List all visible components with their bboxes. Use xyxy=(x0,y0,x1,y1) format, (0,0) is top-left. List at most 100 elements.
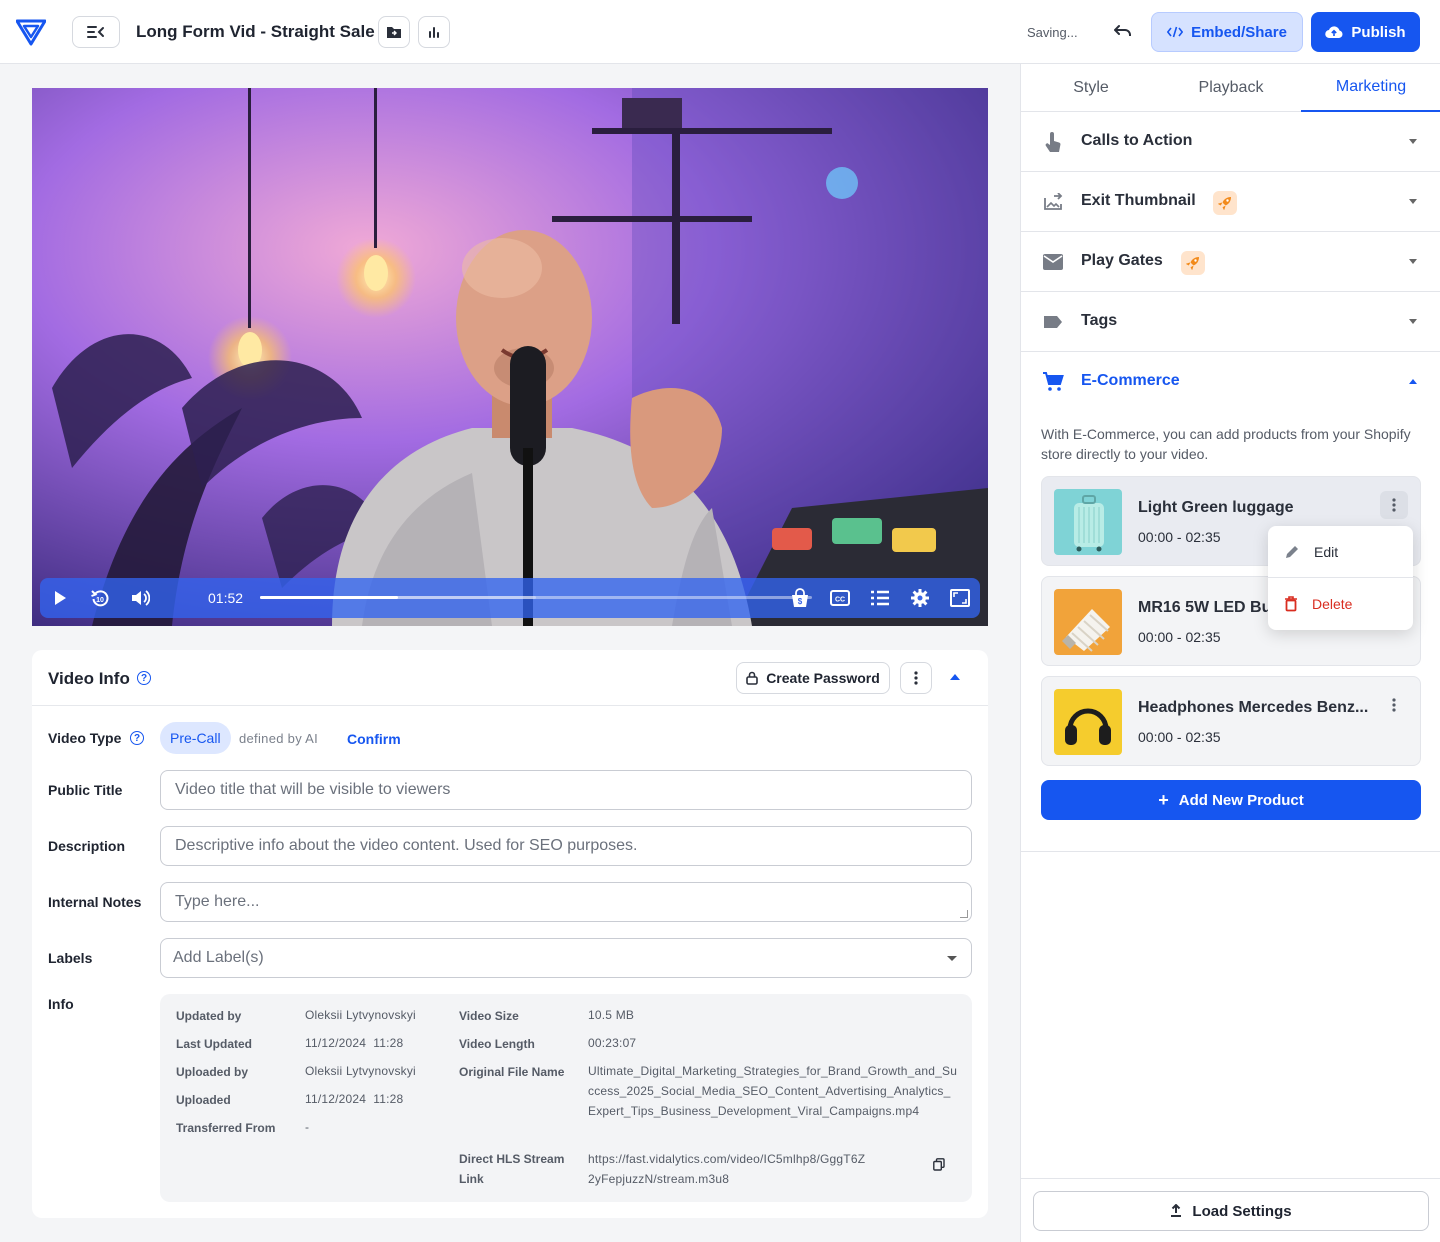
description-input[interactable]: Descriptive info about the video content… xyxy=(160,826,972,866)
product-context-menu: Edit Delete xyxy=(1268,526,1413,630)
tab-marketing[interactable]: Marketing xyxy=(1301,64,1440,112)
hls-link[interactable]: https://fast.vidalytics.com/video/IC5mlh… xyxy=(588,1149,868,1189)
info-panel: Updated by Oleksii Lytvynovskyi Last Upd… xyxy=(160,994,972,1202)
internal-notes-textarea[interactable]: Type here... xyxy=(160,882,972,922)
info-value: Oleksii Lytvynovskyi xyxy=(305,1064,416,1078)
info-key: Video Length xyxy=(459,1037,535,1051)
video-info-header: Video Info ? Create Password xyxy=(32,650,988,706)
exit-thumbnail-label: Exit Thumbnail xyxy=(1081,192,1196,209)
lock-icon xyxy=(746,671,758,685)
internal-notes-label: Internal Notes xyxy=(48,894,142,910)
trash-icon xyxy=(1285,596,1297,612)
shopping-cart-icon xyxy=(1041,370,1065,394)
product-card[interactable]: Headphones Mercedes Benz... 00:00 - 02:3… xyxy=(1041,676,1421,766)
labels-placeholder: Add Label(s) xyxy=(173,949,264,966)
rocket-pro-icon xyxy=(1213,191,1237,215)
info-key: Uploaded xyxy=(176,1093,231,1107)
play-icon[interactable] xyxy=(48,586,72,610)
progress-bar[interactable] xyxy=(260,596,812,599)
copy-icon[interactable] xyxy=(933,1158,945,1176)
product-menu-button[interactable] xyxy=(1380,491,1408,519)
product-name: MR16 5W LED Bu xyxy=(1138,599,1272,616)
load-settings-button[interactable]: Load Settings xyxy=(1033,1191,1429,1231)
vidalytics-logo[interactable] xyxy=(15,18,47,46)
load-settings-label: Load Settings xyxy=(1192,1202,1292,1220)
defined-by-ai-text: defined by AI xyxy=(239,731,319,746)
help-icon[interactable]: ? xyxy=(137,671,151,685)
embed-share-button[interactable]: Embed/Share xyxy=(1151,12,1303,52)
labels-select[interactable]: Add Label(s) xyxy=(160,938,972,978)
volume-icon[interactable] xyxy=(128,586,152,610)
svg-text:$: $ xyxy=(798,597,803,606)
chapters-list-icon[interactable] xyxy=(868,586,892,610)
rewind-10-icon[interactable]: 10 xyxy=(88,586,112,610)
fullscreen-icon[interactable] xyxy=(948,586,972,610)
play-gates-label: Play Gates xyxy=(1081,252,1163,269)
more-options-button[interactable] xyxy=(900,662,932,694)
section-divider xyxy=(1021,851,1440,852)
touch-pointer-icon xyxy=(1041,130,1065,154)
save-status: Saving... xyxy=(1027,25,1078,40)
info-key: Video Size xyxy=(459,1009,519,1023)
settings-gear-icon[interactable] xyxy=(908,586,932,610)
product-menu-button[interactable] xyxy=(1380,691,1408,719)
menu-item-edit[interactable]: Edit xyxy=(1268,526,1413,578)
code-icon xyxy=(1167,26,1184,38)
bar-chart-icon xyxy=(429,27,439,38)
publish-button[interactable]: Publish xyxy=(1311,12,1420,52)
rocket-pro-icon xyxy=(1181,251,1205,275)
svg-text:CC: CC xyxy=(835,597,845,604)
accordion-e-commerce[interactable]: E-Commerce xyxy=(1021,352,1440,412)
delete-label: Delete xyxy=(1312,596,1353,612)
product-time-range: 00:00 - 02:35 xyxy=(1138,729,1221,745)
load-settings-bar: Load Settings xyxy=(1021,1178,1440,1242)
tag-icon xyxy=(1041,310,1065,334)
pencil-icon xyxy=(1286,545,1298,558)
confirm-button[interactable]: Confirm xyxy=(347,731,401,747)
top-bar: Long Form Vid - Straight Sale Saving... … xyxy=(0,0,1440,64)
accordion-play-gates[interactable]: Play Gates xyxy=(1021,232,1440,292)
collapse-caret-icon[interactable] xyxy=(950,674,960,680)
chevron-down-icon xyxy=(1409,319,1417,324)
info-key: Last Updated xyxy=(176,1037,253,1051)
create-password-button[interactable]: Create Password xyxy=(736,662,890,694)
menu-item-delete[interactable]: Delete xyxy=(1268,578,1413,630)
svg-text:10: 10 xyxy=(96,597,104,604)
add-new-product-button[interactable]: + Add New Product xyxy=(1041,780,1421,820)
plus-icon: + xyxy=(1158,790,1169,810)
resize-handle[interactable] xyxy=(960,910,968,918)
kebab-icon xyxy=(1392,698,1396,712)
shopping-bag-icon[interactable]: $ xyxy=(788,586,812,610)
collapse-icon xyxy=(87,26,104,38)
dropdown-caret-icon xyxy=(947,956,957,961)
player-controls: 10 01:52 $ CC xyxy=(40,578,980,618)
exit-thumbnail-icon xyxy=(1041,190,1065,214)
internal-notes-placeholder: Type here... xyxy=(175,893,260,910)
analytics-button[interactable] xyxy=(418,16,450,48)
info-value: 00:23:07 xyxy=(588,1036,637,1050)
calls-to-action-label: Calls to Action xyxy=(1081,132,1193,149)
progress-played xyxy=(260,596,398,599)
closed-captions-icon[interactable]: CC xyxy=(828,586,852,610)
video-type-chip[interactable]: Pre-Call xyxy=(160,722,231,754)
public-title-input[interactable]: Video title that will be visible to view… xyxy=(160,770,972,810)
undo-button[interactable] xyxy=(1112,20,1134,42)
accordion-exit-thumbnail[interactable]: Exit Thumbnail xyxy=(1021,172,1440,232)
video-type-help-icon[interactable]: ? xyxy=(130,731,144,745)
tab-style[interactable]: Style xyxy=(1021,64,1161,112)
accordion-calls-to-action[interactable]: Calls to Action xyxy=(1021,112,1440,172)
upload-icon xyxy=(1171,1204,1182,1217)
product-thumbnail xyxy=(1054,589,1122,655)
e-commerce-label: E-Commerce xyxy=(1081,372,1180,389)
kebab-icon xyxy=(1392,498,1396,512)
product-time-range: 00:00 - 02:35 xyxy=(1138,629,1221,645)
move-to-folder-button[interactable] xyxy=(378,16,410,48)
accordion-tags[interactable]: Tags xyxy=(1021,292,1440,352)
tab-playback[interactable]: Playback xyxy=(1161,64,1301,112)
video-player[interactable] xyxy=(32,88,988,626)
current-time: 01:52 xyxy=(208,590,244,606)
video-title[interactable]: Long Form Vid - Straight Sale xyxy=(136,22,375,42)
collapse-sidebar-button[interactable] xyxy=(72,16,120,48)
info-key: Updated by xyxy=(176,1009,242,1023)
undo-icon xyxy=(1114,25,1131,36)
